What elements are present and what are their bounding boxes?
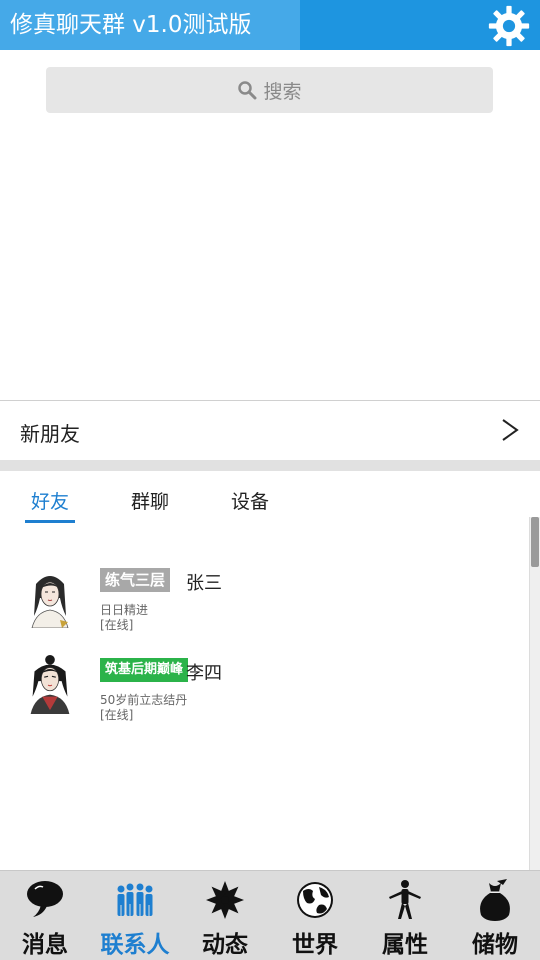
snowflake-icon (206, 881, 244, 919)
search-input[interactable]: 搜索 (46, 67, 493, 113)
app-header: 修真聊天群 v1.0测试版 (0, 0, 540, 50)
nav-attributes[interactable]: 属性 (360, 871, 450, 960)
new-friends-label: 新朋友 (20, 422, 80, 446)
realm-badge: 练气三层 (100, 568, 171, 592)
nav-messages-label: 消息 (22, 932, 68, 958)
globe-icon (297, 882, 333, 918)
section-separator (0, 460, 540, 471)
tab-devices[interactable]: 设备 (231, 487, 269, 514)
tab-active-indicator (25, 520, 75, 523)
person-stretch-icon (389, 880, 421, 919)
nav-world-label: 世界 (292, 932, 338, 958)
nav-contacts-label: 联系人 (100, 932, 170, 958)
people-icon (117, 883, 153, 916)
nav-moments[interactable]: 动态 (180, 871, 270, 960)
contact-status: [在线] (100, 708, 134, 722)
nav-moments-label: 动态 (202, 932, 248, 958)
app-title: 修真聊天群 v1.0测试版 (10, 12, 252, 38)
chevron-right-icon (502, 419, 519, 441)
contact-status: [在线] (100, 618, 134, 632)
contact-item[interactable]: 筑基后期巅峰 李四 50岁前立志结丹 [在线] (0, 650, 525, 730)
nav-messages[interactable]: 消息 (0, 871, 90, 960)
avatar (30, 654, 70, 714)
search-placeholder: 搜索 (263, 80, 302, 103)
nav-storage[interactable]: 储物 (450, 871, 540, 960)
scrollbar-track[interactable] (529, 517, 540, 870)
gear-icon[interactable] (488, 5, 530, 47)
app-root: 修真聊天群 v1.0测试版 搜索 新朋友 好友 群聊 设备 练气三层 张三 日日… (0, 0, 540, 960)
nav-attributes-label: 属性 (382, 932, 428, 958)
nav-storage-label: 储物 (472, 932, 518, 958)
realm-badge: 筑基后期巅峰 (100, 658, 189, 682)
search-icon (238, 81, 257, 100)
scrollbar-thumb[interactable] (531, 517, 539, 567)
contact-item[interactable]: 练气三层 张三 日日精进 [在线] (0, 560, 525, 640)
nav-world[interactable]: 世界 (270, 871, 360, 960)
tab-groups[interactable]: 群聊 (131, 487, 169, 514)
bag-icon (480, 879, 510, 921)
avatar (31, 576, 69, 628)
nav-contacts[interactable]: 联系人 (90, 871, 180, 960)
contact-name: 张三 (186, 573, 222, 594)
speech-bubble-icon (27, 881, 63, 917)
new-friends-row[interactable]: 新朋友 (0, 401, 540, 461)
bottom-nav: 消息 联系人 动态 世界 属性 储物 (0, 870, 540, 960)
contact-name: 李四 (186, 663, 222, 684)
tab-friends[interactable]: 好友 (31, 487, 69, 514)
